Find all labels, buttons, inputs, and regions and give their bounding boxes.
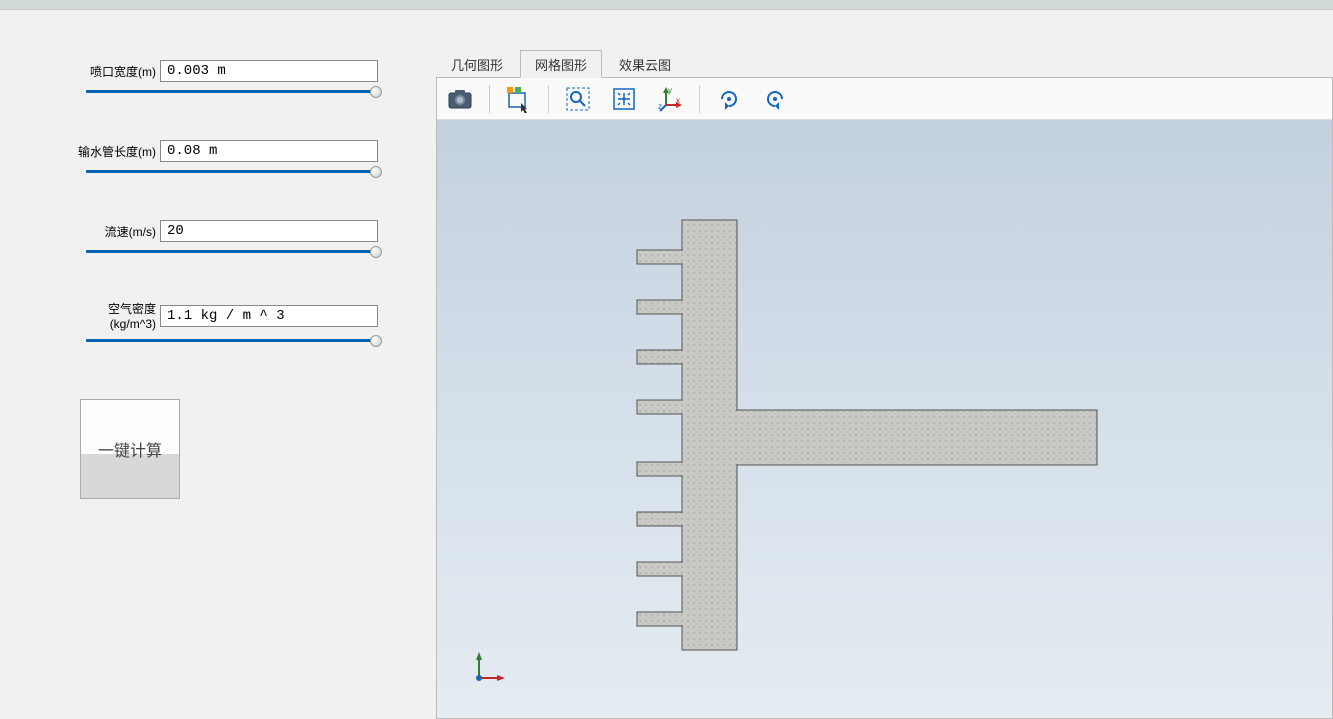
air-density-label: 空气密度(kg/m^3) (70, 300, 160, 331)
visualization-panel: 几何图形 网格图形 效果云图 yx (436, 10, 1333, 718)
calculate-button[interactable]: 一键计算 (80, 399, 180, 499)
svg-text:z: z (658, 102, 662, 111)
parameters-panel: 喷口宽度(m) 输水管长度(m) 流速(m/s) (0, 10, 436, 718)
rotate-ccw-icon[interactable] (758, 82, 792, 116)
nozzle-width-label: 喷口宽度(m) (70, 63, 160, 80)
nozzle-width-input[interactable] (160, 60, 378, 82)
param-air-density: 空气密度(kg/m^3) (70, 300, 416, 349)
air-density-slider[interactable] (86, 335, 376, 349)
window-title-bar (0, 0, 1333, 10)
tab-geometry[interactable]: 几何图形 (436, 50, 518, 78)
viewport-toolbar: yx z (437, 78, 1332, 120)
screenshot-icon[interactable] (443, 82, 477, 116)
zoom-area-icon[interactable] (561, 82, 595, 116)
toolbar-container: yx z (436, 77, 1333, 719)
svg-text:x: x (676, 96, 680, 105)
param-flow-speed: 流速(m/s) (70, 220, 416, 260)
axis-triad-icon (467, 648, 507, 688)
mesh-viewport[interactable] (437, 120, 1332, 718)
param-pipe-length: 输水管长度(m) (70, 140, 416, 180)
param-nozzle-width: 喷口宽度(m) (70, 60, 416, 100)
view-tabs: 几何图形 网格图形 效果云图 (436, 50, 1333, 78)
svg-text:y: y (668, 86, 672, 95)
pipe-length-label: 输水管长度(m) (70, 143, 160, 160)
fit-view-icon[interactable] (607, 82, 641, 116)
tab-mesh[interactable]: 网格图形 (520, 50, 602, 78)
flow-speed-input[interactable] (160, 220, 378, 242)
main-container: 喷口宽度(m) 输水管长度(m) 流速(m/s) (0, 10, 1333, 718)
pipe-length-input[interactable] (160, 140, 378, 162)
nozzle-width-slider[interactable] (86, 86, 376, 100)
flow-speed-label: 流速(m/s) (70, 223, 160, 240)
axis-orientation-icon[interactable]: yx z (653, 82, 687, 116)
flow-speed-slider[interactable] (86, 246, 376, 260)
tab-result[interactable]: 效果云图 (604, 50, 686, 78)
rotate-cw-icon[interactable] (712, 82, 746, 116)
pipe-length-slider[interactable] (86, 166, 376, 180)
select-mode-icon[interactable] (502, 82, 536, 116)
mesh-geometry (607, 210, 1257, 660)
air-density-input[interactable] (160, 305, 378, 327)
